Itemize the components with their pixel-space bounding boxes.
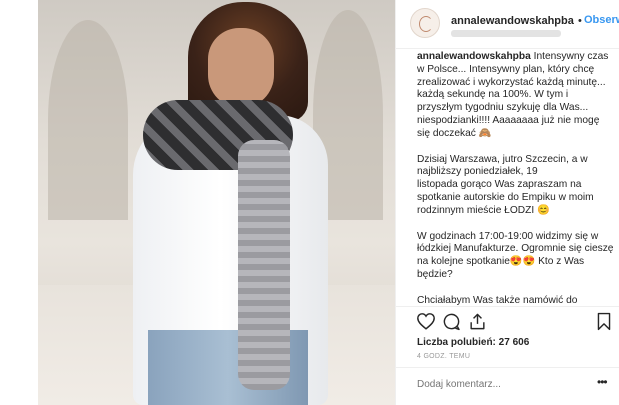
background-arch [48,20,128,220]
separator-dot: • [578,15,582,27]
likes-count[interactable]: Liczba polubień: 27 606 [417,337,529,348]
instagram-post-window: annalewandowskahpba • Obserwuj annalewan… [0,0,619,405]
add-comment-input[interactable] [417,379,587,390]
caption-text: Intensywny czas w Polsce... Intensywny p… [417,51,609,139]
caption-paragraph: Dzisiaj Warszawa, jutro Szczecin, a w na… [417,153,594,216]
post-timestamp[interactable]: 4 GODZ. TEMU [417,353,470,360]
photo-scarf-end [238,140,290,390]
location-placeholder [451,30,561,37]
post-header: annalewandowskahpba • Obserwuj [408,8,619,44]
heart-outline-icon[interactable] [416,312,436,330]
caption-paragraph: W godzinach 17:00-19:00 widzimy się w łó… [417,230,614,280]
post-photo[interactable] [38,0,395,405]
follow-button[interactable]: Obserwuj [584,14,619,26]
caption-paragraph: annalewandowskahpba Intensywny czas w Po… [417,51,615,141]
left-margin [0,0,38,405]
action-bar [416,312,616,334]
caption-username[interactable]: annalewandowskahpba [417,51,531,62]
photo-person-face [208,28,274,108]
caption-paragraph: Chciałabym Was także namówić do [417,294,578,305]
more-options-button[interactable]: ••• [597,375,608,389]
post-caption: annalewandowskahpba Intensywny czas w Po… [417,51,615,305]
share-arrow-icon[interactable] [468,312,487,331]
bookmark-icon[interactable] [596,312,612,331]
post-side-panel: annalewandowskahpba • Obserwuj annalewan… [395,0,619,405]
header-username[interactable]: annalewandowskahpba [451,15,574,27]
header-divider [396,48,619,49]
avatar[interactable] [410,8,440,38]
actions-divider [396,306,619,307]
speech-bubble-icon[interactable] [442,312,461,331]
comment-divider [396,367,619,368]
